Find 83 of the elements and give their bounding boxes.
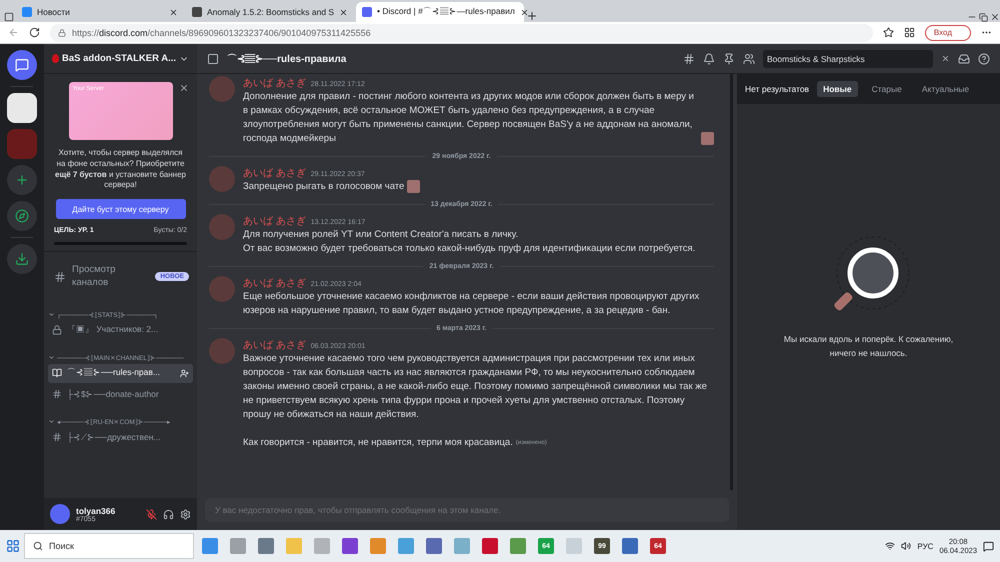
checkbox-icon bbox=[207, 52, 219, 64]
chevron-down-icon[interactable] bbox=[48, 418, 55, 426]
channel-item[interactable]: ├⊰⟋⊱──дружествен... bbox=[48, 428, 193, 447]
message-text: Важное уточнение касаемо того чем руководствуется администрация при рассмотрении тех или иных вопросов - так как большая часть из нас являются гражданами РФ, то мы неукоснительно соблюдаем законы именно своей страны, а не какой-либо еще. Поэтому помимо запрещённой символики мы так же не приветствуем всякую хрень типа фурри прона и прочей хуеты для умственно отсталых. Поэтому прошу не обижаться на наши действия. bbox=[243, 352, 708, 422]
login-button[interactable]: Вход bbox=[924, 24, 971, 40]
message-text: Дополнение для правил - постинг любого контента из других модов или сборок должен быть в меру и в рамках обсуждения, всё остальное МОЖЕТ быть удалено без предупреждения, а в случае злоупотребления могут быть применены санкции. Сервер посвящен BaS'у а не аддонам на аномали, господа модмейкеры bbox=[243, 90, 695, 146]
explore-button[interactable] bbox=[7, 201, 37, 231]
boost-text: Хотите, чтобы сервер выделялся на фоне остальных? Приобретите ещё 7 бустов и установите баннер сервера! bbox=[54, 148, 187, 192]
inbox-icon[interactable] bbox=[958, 52, 970, 64]
close-icon[interactable] bbox=[169, 8, 178, 16]
close-icon[interactable] bbox=[520, 8, 529, 16]
drop-icon bbox=[52, 54, 59, 63]
message-text: Как говорится - нравится, не нравится, терпи моя красавица. bbox=[243, 436, 513, 450]
taskbar-search[interactable]: Поиск bbox=[24, 533, 194, 559]
hash-icon bbox=[52, 389, 62, 400]
help-icon[interactable] bbox=[978, 52, 990, 64]
chat-bubble-icon bbox=[15, 58, 29, 72]
message-text: Для получения ролей YT или Content Creator'a писать в личку. bbox=[243, 228, 518, 242]
message-text: Запрещено рыгать в голосовом чате bbox=[243, 180, 404, 194]
favicon-icon bbox=[192, 7, 202, 17]
sort-tab[interactable]: Актуальные bbox=[916, 81, 976, 97]
author-name[interactable]: あいば あさぎ bbox=[243, 338, 306, 352]
boost-button[interactable]: Дайте буст этому серверу bbox=[56, 199, 186, 220]
lock-icon bbox=[52, 325, 62, 336]
members-icon[interactable] bbox=[743, 52, 755, 64]
chevron-down-icon[interactable] bbox=[48, 311, 55, 318]
message-text: Еще небольшое уточнение касаемо конфликтов на сервере - если ваши действия провоцируют других юзеров на нарушение правил, то вам будет выдано устное предупреждение, а за рецедив - бан. bbox=[243, 290, 700, 318]
channel-item[interactable]: ├⊰$⊱──donate-author bbox=[48, 384, 193, 404]
user-name: tolyan366 bbox=[76, 506, 116, 516]
hash-search-icon bbox=[54, 270, 66, 283]
author-name[interactable]: あいば あさぎ bbox=[243, 214, 306, 228]
search-field[interactable]: Boomsticks & Sharpsticks bbox=[763, 50, 933, 68]
favicon-icon bbox=[22, 7, 32, 17]
user-avatar[interactable] bbox=[50, 504, 70, 524]
favicon-icon bbox=[362, 7, 372, 17]
browser-tab[interactable]: Anomaly 1.5.2: Boomsticks and S bbox=[186, 2, 354, 22]
compass-icon bbox=[15, 209, 29, 223]
favorite-icon[interactable] bbox=[882, 27, 894, 38]
add-member-icon[interactable] bbox=[180, 368, 189, 378]
sidebar-icon[interactable] bbox=[4, 12, 14, 22]
reload-icon[interactable] bbox=[29, 27, 40, 38]
author-name[interactable]: あいば あさぎ bbox=[243, 276, 306, 290]
bell-muted-icon[interactable] bbox=[703, 52, 715, 64]
sort-tab[interactable]: Старые bbox=[866, 81, 908, 97]
empty-message: Мы искали вдоль и поперёк. К сожалению, ничего не нашлось. bbox=[784, 333, 954, 360]
clear-icon[interactable] bbox=[941, 54, 950, 63]
settings-icon[interactable] bbox=[180, 508, 191, 520]
channel-item[interactable]: ⌒⊰▤⊱──rules-прав... bbox=[48, 364, 193, 383]
lock-icon bbox=[58, 28, 66, 36]
hash-icon bbox=[52, 432, 62, 442]
wifi-icon bbox=[885, 541, 896, 551]
volume-icon bbox=[901, 541, 912, 551]
pin-icon[interactable] bbox=[723, 52, 735, 64]
download-button[interactable] bbox=[7, 244, 37, 274]
notifications-icon[interactable] bbox=[983, 540, 994, 552]
new-tab-icon[interactable] bbox=[526, 10, 538, 22]
language-indicator[interactable]: РУС bbox=[917, 542, 934, 550]
close-icon[interactable] bbox=[339, 8, 348, 16]
author-name[interactable]: あいば あさぎ bbox=[243, 76, 306, 90]
browser-tab[interactable]: Новости bbox=[16, 2, 184, 22]
headphones-icon[interactable] bbox=[163, 508, 174, 520]
restore-icon[interactable] bbox=[979, 13, 988, 22]
collections-icon[interactable] bbox=[904, 27, 915, 38]
server-name[interactable]: BaS addon-STALKER A... bbox=[62, 53, 176, 64]
threads-icon[interactable] bbox=[683, 52, 695, 64]
home-button[interactable] bbox=[7, 50, 37, 80]
author-name[interactable]: あいば あさぎ bbox=[243, 166, 306, 180]
message-text: От вас возможно будет требоваться только какой-нибудь пруф для идентификации если потребуется. bbox=[243, 242, 696, 256]
address-field[interactable]: https://discord.com/channels/896909601323237406/901040975311425556 bbox=[50, 24, 873, 42]
close-icon[interactable] bbox=[179, 83, 189, 93]
chevron-down-icon[interactable] bbox=[48, 354, 55, 362]
download-icon bbox=[15, 252, 29, 266]
channel-item[interactable]: 『▣』 Участников: 2... bbox=[48, 320, 193, 340]
channel-title: ⌒⊰▤⊱──rules-правила bbox=[227, 52, 348, 66]
close-icon[interactable] bbox=[990, 12, 1000, 22]
server-icon[interactable] bbox=[7, 93, 37, 123]
plus-icon bbox=[15, 173, 29, 187]
results-label: Нет результатов bbox=[745, 84, 810, 94]
search-icon bbox=[33, 541, 43, 551]
windows-icon[interactable] bbox=[6, 539, 20, 553]
sort-tab[interactable]: Новые bbox=[817, 81, 858, 97]
mic-off-icon[interactable] bbox=[146, 508, 157, 520]
book-icon bbox=[52, 368, 62, 378]
